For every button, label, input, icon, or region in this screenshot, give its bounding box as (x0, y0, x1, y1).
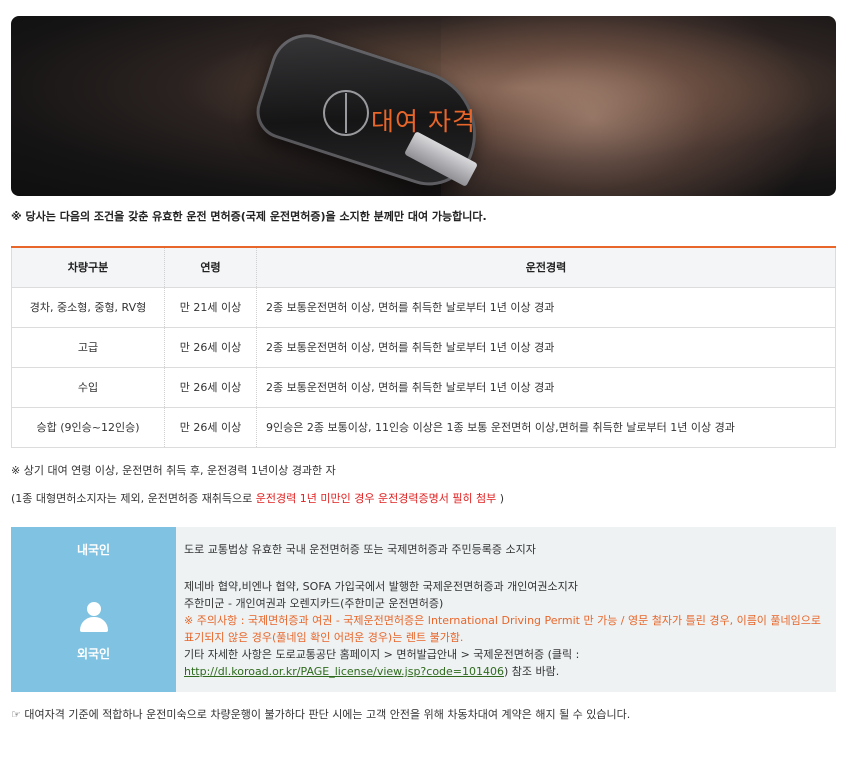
age-experience-note: ※ 상기 대여 연령 이상, 운전면허 취득 후, 운전경력 1년이상 경과한 … (11, 464, 336, 477)
license-label-column: 내국인 외국인 (11, 527, 176, 692)
experience-cell: 9인승은 2종 보통이상, 11인승 이상은 1종 보통 운전면허 이상,면허를… (256, 407, 836, 448)
experience-cell: 2종 보통운전면허 이상, 면허를 취득한 날로부터 1년 이상 경과 (256, 327, 836, 368)
contract-termination-note: ☞ 대여자격 기준에 적합하나 운전미숙으로 차량운행이 불가하다 판단 시에는… (11, 708, 631, 721)
age-cell: 만 26세 이상 (164, 407, 257, 448)
vehicle-type-cell: 수입 (11, 367, 165, 408)
qualification-table: 차량구분 연령 운전경력 경차, 중소형, 중형, RV형 만 21세 이상 2… (11, 246, 836, 448)
license-requirements-box: 내국인 외국인 도로 교통법상 유효한 국내 운전면허증 또는 국제면허증과 주… (11, 527, 836, 692)
koroad-license-link[interactable]: http://dl.koroad.or.kr/PAGE_license/view… (184, 665, 504, 678)
experience-cell: 2종 보통운전면허 이상, 면허를 취득한 날로부터 1년 이상 경과 (256, 287, 836, 328)
foreign-info: 기타 자세한 사항은 도로교통공단 홈페이지 > 면허발급안내 > 국제운전면허… (184, 646, 824, 680)
page-title: 대여 자격 (371, 107, 476, 136)
hero-banner: 대여 자격 (11, 16, 836, 196)
table-header-row: 차량구분 연령 운전경력 (11, 247, 836, 288)
table-row: 수입 만 26세 이상 2종 보통운전면허 이상, 면허를 취득한 날로부터 1… (11, 367, 836, 408)
qualification-notice: ※ 당사는 다음의 조건을 갖춘 유효한 운전 면허증(국제 운전면허증)을 소… (11, 210, 487, 223)
age-cell: 만 21세 이상 (164, 287, 257, 328)
age-cell: 만 26세 이상 (164, 327, 257, 368)
note-highlight: 운전경력 1년 미만인 경우 운전경력증명서 필히 첨부 (255, 492, 497, 505)
header-age: 연령 (164, 247, 257, 288)
foreign-info-prefix: 기타 자세한 사항은 도로교통공단 홈페이지 > 면허발급안내 > 국제운전면허… (184, 648, 580, 661)
note-prefix: (1종 대형면허소지자는 제외, 운전면허증 재취득으로 (11, 492, 256, 505)
domestic-requirement: 도로 교통법상 유효한 국내 운전면허증 또는 국제면허증과 주민등록증 소지자 (184, 543, 536, 556)
experience-cell: 2종 보통운전면허 이상, 면허를 취득한 날로부터 1년 이상 경과 (256, 367, 836, 408)
table-row: 경차, 중소형, 중형, RV형 만 21세 이상 2종 보통운전면허 이상, … (11, 287, 836, 328)
vehicle-type-cell: 경차, 중소형, 중형, RV형 (11, 287, 165, 328)
header-vehicle-type: 차량구분 (11, 247, 165, 288)
license-exception-note: (1종 대형면허소지자는 제외, 운전면허증 재취득으로 운전경력 1년 미만인… (11, 490, 504, 506)
license-content-column: 도로 교통법상 유효한 국내 운전면허증 또는 국제면허증과 주민등록증 소지자… (176, 527, 836, 692)
usfk-requirement-line: 주한미군 - 개인여권과 오렌지카드(주한미군 운전면허증) (184, 597, 444, 610)
table-row: 고급 만 26세 이상 2종 보통운전면허 이상, 면허를 취득한 날로부터 1… (11, 327, 836, 368)
foreign-requirement-line: 제네바 협약,비엔나 협약, SOFA 가입국에서 발행한 국제운전면허증과 개… (184, 580, 578, 593)
note-suffix: ) (496, 492, 505, 505)
vehicle-type-cell: 승합 (9인승~12인승) (11, 407, 165, 448)
table-row: 승합 (9인승~12인승) 만 26세 이상 9인승은 2종 보통이상, 11인… (11, 407, 836, 448)
foreign-info-suffix: ) 참조 바람. (504, 665, 560, 678)
header-driving-experience: 운전경력 (256, 247, 836, 288)
foreign-warning: ※ 주의사항 : 국제면허증과 여권 - 국제운전면허증은 Internatio… (184, 614, 822, 644)
foreign-label: 외국인 (76, 647, 111, 661)
vehicle-type-cell: 고급 (11, 327, 165, 368)
user-icon (78, 602, 110, 634)
foreign-requirements: 제네바 협약,비엔나 협약, SOFA 가입국에서 발행한 국제운전면허증과 개… (184, 578, 824, 680)
age-cell: 만 26세 이상 (164, 367, 257, 408)
domestic-label: 내국인 (76, 543, 111, 557)
